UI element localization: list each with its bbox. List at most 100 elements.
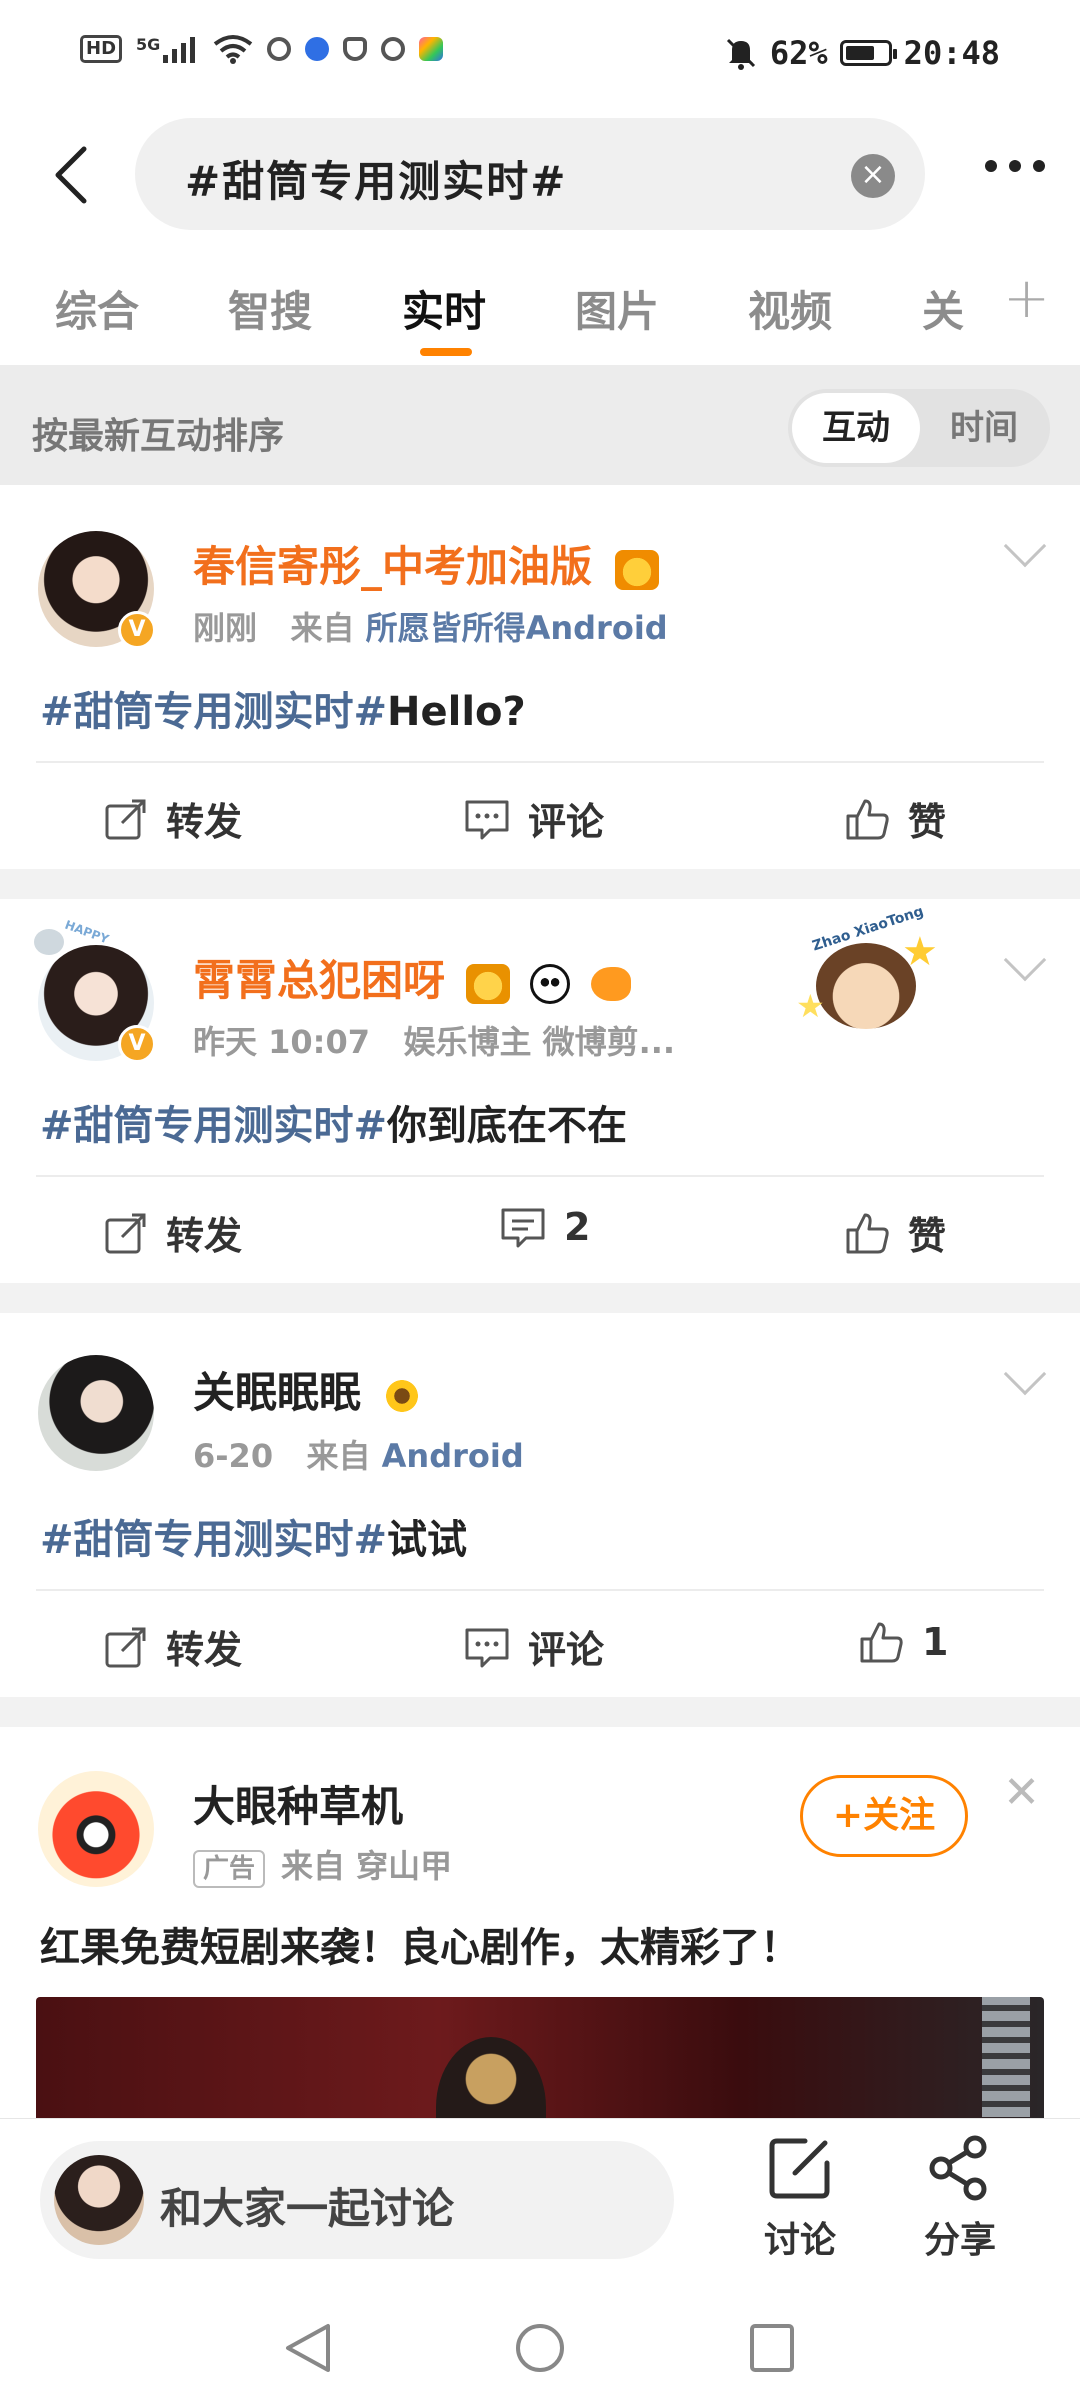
username-text[interactable]: 春信寄彤_中考加油版: [193, 542, 592, 591]
post-time: 刚刚: [193, 609, 258, 647]
like-label: 赞: [908, 800, 947, 844]
topic-link[interactable]: #甜筒专用测实时#: [40, 689, 387, 735]
post-username[interactable]: 关眠眠眠: [193, 1359, 420, 1420]
nav-home-icon[interactable]: [512, 2320, 568, 2376]
repost-icon: [105, 799, 146, 839]
repost-button[interactable]: 转发: [104, 1619, 242, 1674]
like-label: 赞: [908, 1214, 947, 1258]
sort-toggle: 互动 时间: [788, 389, 1050, 467]
add-tab-icon[interactable]: +: [1003, 266, 1050, 331]
topic-link[interactable]: #甜筒专用测实时#: [40, 1517, 387, 1563]
post-card: V 春信寄彤_中考加油版 刚刚 来自 所愿皆所得Android #甜筒专用测实时…: [0, 485, 1080, 869]
comment-button[interactable]: 2: [500, 1205, 590, 1249]
tab-follow[interactable]: 关: [922, 278, 964, 339]
ad-source: 穿山甲: [356, 1847, 453, 1885]
share-button[interactable]: 分享: [900, 2135, 1020, 2263]
like-button[interactable]: 赞: [844, 791, 946, 846]
avatar[interactable]: [38, 1355, 154, 1471]
repost-label: 转发: [166, 1628, 243, 1672]
thumbs-up-icon: [846, 799, 889, 839]
post-text[interactable]: #甜筒专用测实时#Hello?: [40, 679, 526, 737]
post-source[interactable]: Android: [382, 1437, 524, 1475]
sort-bar: 按最新互动排序 互动 时间: [0, 365, 1080, 485]
verified-badge-icon: V: [118, 611, 156, 649]
chevron-down-icon[interactable]: [1003, 524, 1047, 568]
post-username[interactable]: 霄霄总犯困呀: [193, 947, 631, 1008]
vip-crown-icon: [614, 549, 659, 590]
sort-option-time[interactable]: 时间: [922, 393, 1046, 463]
tab-comprehensive[interactable]: 综合: [55, 278, 139, 339]
fish-badge-icon: [590, 966, 631, 1001]
comment-icon: [465, 1628, 509, 1667]
topic-link[interactable]: #甜筒专用测实时#: [40, 1103, 387, 1149]
camera-notification-icon: [381, 37, 406, 61]
chevron-down-icon[interactable]: [1003, 938, 1047, 982]
mute-bell-icon: [726, 38, 755, 70]
post-time: 昨天 10:07: [193, 1023, 371, 1061]
tab-videos[interactable]: 视频: [748, 278, 832, 339]
colorful-app-notification-icon: [419, 37, 444, 61]
ad-card: 大眼种草机 广告 来自 穿山甲 +关注 ✕ 红果免费短剧来袭！良心剧作，太精彩了！: [0, 1727, 1080, 2177]
avatar-sticker-text: HAPPY: [62, 917, 111, 947]
bottom-bar: 和大家一起讨论 讨论 分享: [0, 2118, 1080, 2298]
divider: [36, 1175, 1044, 1177]
like-button[interactable]: 赞: [844, 1205, 946, 1260]
clear-search-icon[interactable]: ×: [851, 154, 895, 198]
repost-button[interactable]: 转发: [104, 1205, 242, 1260]
tab-images[interactable]: 图片: [575, 278, 659, 339]
signal-icon: [163, 37, 196, 63]
sort-option-interaction[interactable]: 互动: [792, 393, 920, 463]
discuss-button[interactable]: 讨论: [740, 2135, 860, 2263]
share-label: 分享: [923, 2220, 996, 2261]
ad-image-window: [982, 1997, 1030, 2117]
username-text[interactable]: 霄霄总犯困呀: [193, 956, 445, 1005]
search-query[interactable]: #甜筒专用测实时#: [185, 148, 567, 209]
compose-icon: [769, 2138, 830, 2199]
username-text[interactable]: 关眠眠眠: [193, 1368, 361, 1417]
nav-recents-icon[interactable]: [744, 2320, 800, 2376]
cat-pendant-icon: [34, 929, 64, 955]
post-text[interactable]: #甜筒专用测实时#试试: [40, 1507, 467, 1565]
app-notification-icon: [267, 37, 292, 61]
sticker-star-icon: ★: [796, 987, 825, 1025]
tab-smart-search[interactable]: 智搜: [228, 278, 312, 339]
post-meta: 6-20 来自 Android: [193, 1431, 524, 1477]
vip-crown-icon: [465, 963, 510, 1004]
verified-badge-icon: V: [118, 1025, 156, 1063]
status-right: 62% 20:48: [724, 34, 1000, 72]
post-username[interactable]: 春信寄彤_中考加油版: [193, 533, 659, 594]
panda-badge-icon: [530, 963, 571, 1004]
divider: [36, 1589, 1044, 1591]
back-button[interactable]: [40, 140, 100, 210]
comment-count: 2: [564, 1205, 591, 1249]
repost-button[interactable]: 转发: [104, 791, 242, 846]
ad-username[interactable]: 大眼种草机: [193, 1773, 403, 1834]
comment-button[interactable]: 评论: [464, 791, 604, 846]
follow-button[interactable]: +关注: [800, 1775, 968, 1857]
post-text[interactable]: #甜筒专用测实时#你到底在不在: [40, 1093, 627, 1151]
post-source[interactable]: 所愿皆所得Android: [366, 609, 668, 647]
close-ad-icon[interactable]: ✕: [1003, 1767, 1040, 1818]
discuss-placeholder[interactable]: 和大家一起讨论: [160, 2175, 454, 2236]
signal-indicator: 5G: [136, 35, 199, 63]
divider: [36, 761, 1044, 763]
source-prefix: 来自: [281, 1847, 346, 1885]
repost-icon: [105, 1213, 146, 1253]
discuss-input[interactable]: 和大家一起讨论: [40, 2141, 674, 2259]
clock: 20:48: [903, 34, 1000, 72]
ad-text[interactable]: 红果免费短剧来袭！良心剧作，太精彩了！: [40, 1915, 800, 1973]
search-box[interactable]: #甜筒专用测实时# ×: [135, 118, 925, 230]
post-card: 关眠眠眠 6-20 来自 Android #甜筒专用测实时#试试 转发 评论 1: [0, 1313, 1080, 1697]
tab-realtime[interactable]: 实时: [402, 278, 486, 339]
like-button[interactable]: 1: [858, 1619, 948, 1665]
battery-icon: [839, 40, 897, 66]
post-time: 6-20: [193, 1437, 274, 1475]
chevron-down-icon[interactable]: [1003, 1352, 1047, 1396]
ad-avatar[interactable]: [38, 1771, 154, 1887]
post-meta: 昨天 10:07 娱乐博主 微博剪...: [193, 1017, 675, 1063]
nav-back-icon[interactable]: [280, 2320, 336, 2376]
more-options-icon[interactable]: [985, 160, 1045, 172]
hd-indicator: HD: [80, 35, 123, 63]
browser-notification-icon: [305, 37, 330, 61]
comment-button[interactable]: 评论: [464, 1619, 604, 1674]
